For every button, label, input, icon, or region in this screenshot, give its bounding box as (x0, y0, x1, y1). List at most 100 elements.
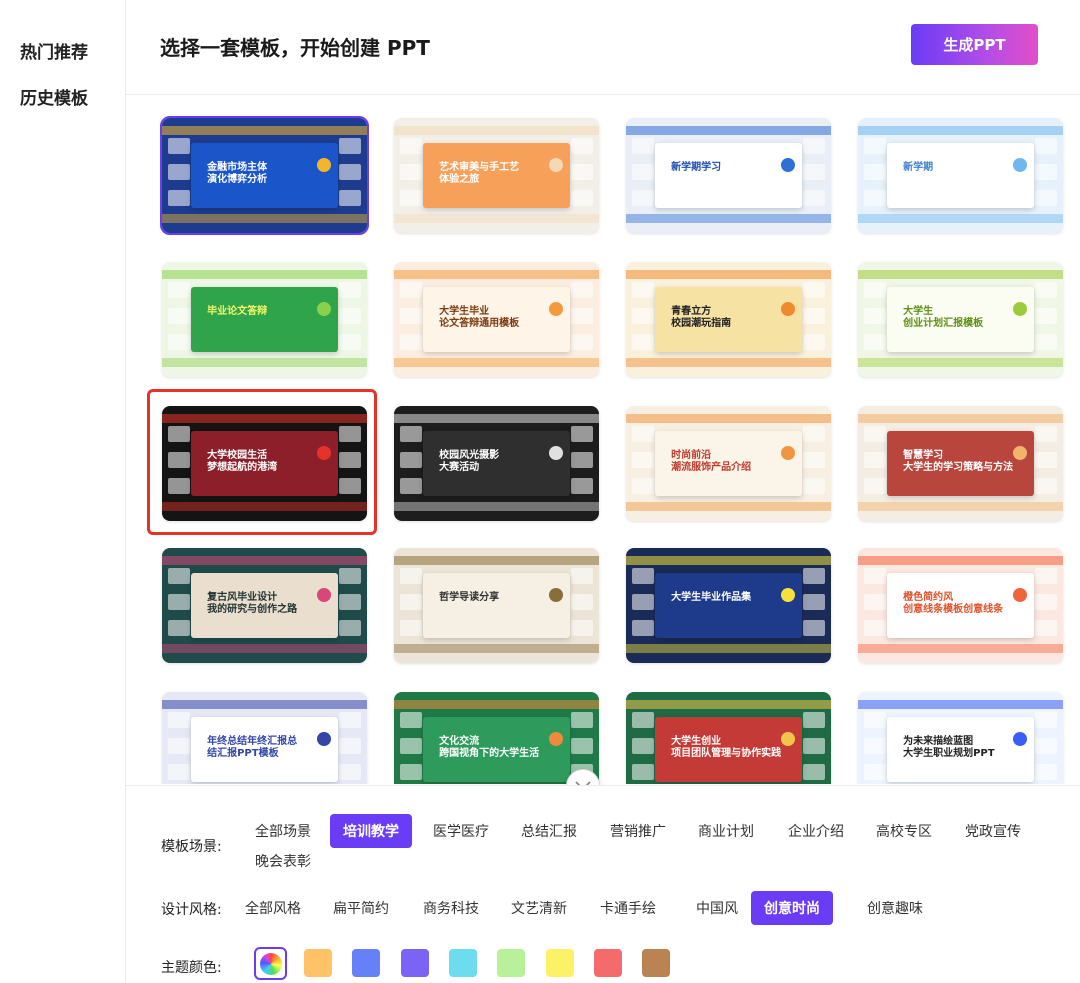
card-thumbnail (1035, 334, 1057, 350)
card-thumbnail (400, 594, 422, 610)
style-chip[interactable]: 创意趣味 (854, 891, 936, 925)
style-chip[interactable]: 卡通手绘 (587, 891, 669, 925)
generate-ppt-button[interactable]: 生成PPT (911, 24, 1038, 65)
card-stripe (626, 126, 831, 135)
card-stripe (394, 126, 599, 135)
template-card[interactable]: 哲学导读分享 (394, 548, 599, 663)
template-card[interactable]: 智慧学习 大学生的学习策略与方法 (858, 406, 1063, 521)
card-thumbnail (400, 138, 422, 154)
style-chip[interactable]: 商务科技 (410, 891, 492, 925)
card-title: 校园风光摄影 大赛活动 (439, 449, 500, 474)
card-thumbnail (1035, 426, 1057, 442)
scene-chip[interactable]: 商业计划 (685, 814, 767, 848)
scene-chip[interactable]: 企业介绍 (775, 814, 857, 848)
card-cover-panel (654, 143, 803, 208)
card-thumbnail (400, 764, 422, 780)
card-stripe (626, 644, 831, 653)
card-stripe (162, 126, 367, 135)
template-card[interactable]: 为未来描绘蓝图 大学生职业规划PPT (858, 692, 1063, 784)
color-swatch-all[interactable] (254, 947, 287, 980)
template-card[interactable]: 大学生毕业 论文答辩通用模板 (394, 262, 599, 377)
sidebar-item-history[interactable]: 历史模板 (20, 84, 88, 109)
card-stripe (858, 270, 1063, 279)
card-thumbnail (339, 764, 361, 780)
template-card[interactable]: 橙色简约风 创意线条模板创意线条 (858, 548, 1063, 663)
card-thumbnail (571, 308, 593, 324)
card-thumbnail (632, 452, 654, 468)
color-swatch[interactable] (304, 949, 332, 977)
style-chip[interactable]: 全部风格 (232, 891, 314, 925)
template-card[interactable]: 金融市场主体 演化博弈分析 (160, 116, 369, 235)
header: 选择一套模板，开始创建 PPT 生成PPT (126, 0, 1080, 95)
template-card[interactable]: 年终总结年终汇报总 结汇报PPT模板 (162, 692, 367, 784)
card-thumbnail (1035, 594, 1057, 610)
card-stripe (858, 214, 1063, 223)
card-thumbnail (168, 712, 190, 728)
color-swatch[interactable] (401, 949, 429, 977)
card-stripe (394, 270, 599, 279)
card-thumbnail (400, 712, 422, 728)
template-card[interactable]: 大学生 创业计划汇报模板 (858, 262, 1063, 377)
card-thumbnail (571, 138, 593, 154)
card-stripe (858, 644, 1063, 653)
color-swatch[interactable] (497, 949, 525, 977)
template-card[interactable]: 大学生毕业作品集 (626, 548, 831, 663)
template-card[interactable]: 大学生创业 项目团队管理与协作实践 (626, 692, 831, 784)
card-thumbnail (632, 712, 654, 728)
scene-chip[interactable]: 党政宣传 (952, 814, 1034, 848)
scene-chip[interactable]: 培训教学 (330, 814, 412, 848)
card-thumbnail (571, 282, 593, 298)
card-thumbnail (571, 712, 593, 728)
rainbow-icon (259, 952, 282, 975)
card-thumbnail (571, 594, 593, 610)
color-swatch[interactable] (594, 949, 622, 977)
color-swatch[interactable] (546, 949, 574, 977)
card-title: 文化交流 跨国视角下的大学生活 (439, 735, 540, 760)
scene-chip[interactable]: 医学医疗 (420, 814, 502, 848)
scene-chip[interactable]: 高校专区 (863, 814, 945, 848)
template-card[interactable]: 校园风光摄影 大赛活动 (394, 406, 599, 521)
card-stripe (858, 358, 1063, 367)
sidebar-item-hot[interactable]: 热门推荐 (20, 38, 88, 63)
scene-chip[interactable]: 营销推广 (597, 814, 679, 848)
card-cover-panel (190, 287, 339, 352)
card-stripe (626, 556, 831, 565)
template-card[interactable]: 青春立方 校园潮玩指南 (626, 262, 831, 377)
color-swatch[interactable] (352, 949, 380, 977)
scene-chip[interactable]: 总结汇报 (508, 814, 590, 848)
style-chip[interactable]: 扁平简约 (320, 891, 402, 925)
template-card[interactable]: 新学期 (858, 118, 1063, 233)
card-thumbnail (400, 164, 422, 180)
card-thumbnail (339, 568, 361, 584)
scene-chip[interactable]: 全部场景 (242, 814, 324, 848)
template-card[interactable]: 新学期学习 (626, 118, 831, 233)
card-thumbnail (864, 334, 886, 350)
card-thumbnail (339, 620, 361, 636)
card-stripe (394, 556, 599, 565)
card-thumbnail (632, 138, 654, 154)
scene-chip[interactable]: 晚会表彰 (242, 844, 324, 878)
card-thumbnail (803, 138, 825, 154)
card-thumbnail (339, 334, 361, 350)
card-thumbnail (400, 738, 422, 754)
card-thumbnail (400, 190, 422, 206)
card-thumbnail (168, 334, 190, 350)
card-stripe (626, 502, 831, 511)
color-swatch[interactable] (449, 949, 477, 977)
template-card[interactable]: 时尚前沿 潮流服饰产品介绍 (626, 406, 831, 521)
card-stripe (162, 214, 367, 223)
template-card[interactable]: 毕业论文答辩 (162, 262, 367, 377)
card-thumbnail (803, 190, 825, 206)
card-thumbnail (571, 478, 593, 494)
template-card[interactable]: 复古风毕业设计 我的研究与创作之路 (162, 548, 367, 663)
card-stripe (626, 270, 831, 279)
style-chip[interactable]: 创意时尚 (751, 891, 833, 925)
template-card[interactable]: 文化交流 跨国视角下的大学生活 (394, 692, 599, 784)
color-swatch[interactable] (642, 949, 670, 977)
card-thumbnail (632, 738, 654, 754)
card-thumbnail (571, 738, 593, 754)
card-thumbnail (1035, 620, 1057, 636)
style-chip[interactable]: 文艺清新 (498, 891, 580, 925)
template-card[interactable]: 艺术审美与手工艺 体验之旅 (394, 118, 599, 233)
style-chip[interactable]: 中国风 (683, 891, 751, 925)
